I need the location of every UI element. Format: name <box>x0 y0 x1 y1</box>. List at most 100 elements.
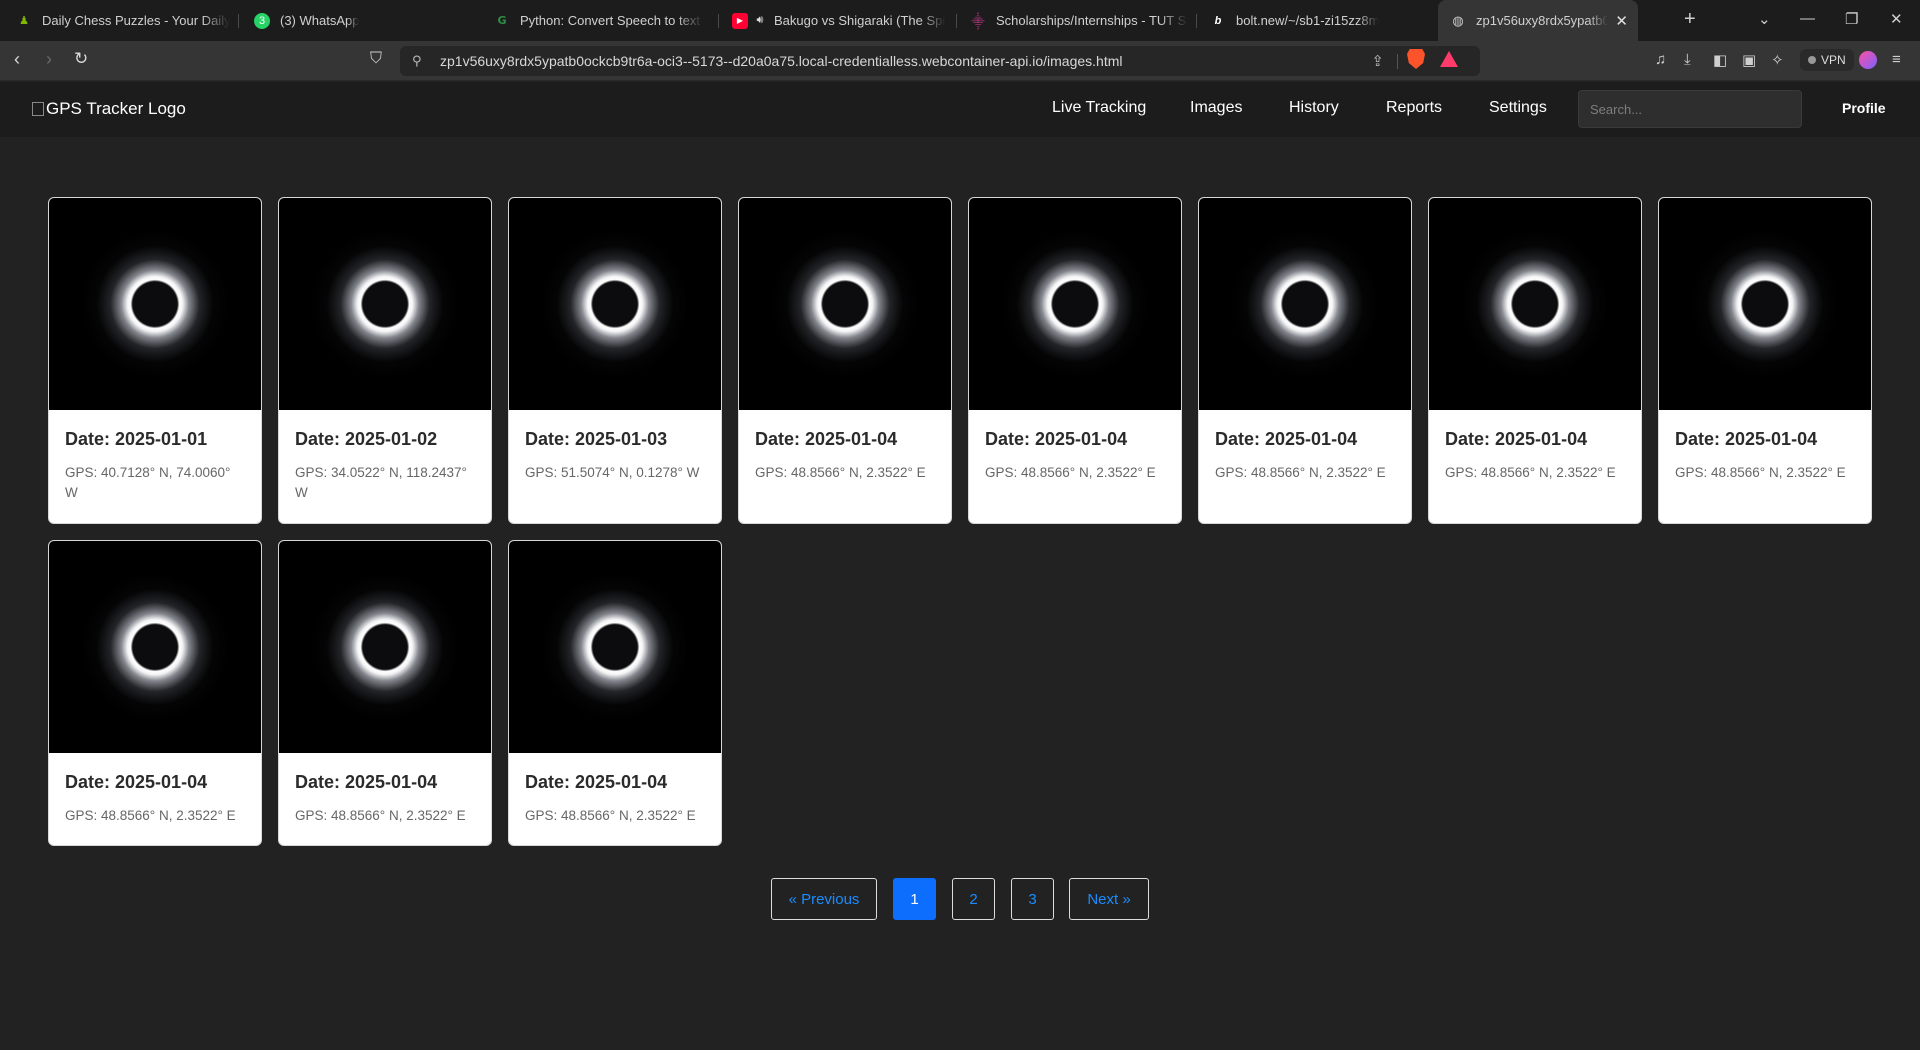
eclipse-image[interactable] <box>1199 198 1411 410</box>
eclipse-corona <box>80 572 230 722</box>
eclipse-image[interactable] <box>1659 198 1871 410</box>
browser-profile-icon[interactable] <box>1859 51 1877 69</box>
eclipse-corona <box>80 229 230 379</box>
eclipse-corona <box>310 229 460 379</box>
eclipse-corona <box>310 572 460 722</box>
download-icon[interactable]: ⤓ <box>1684 51 1691 68</box>
image-card[interactable]: Date: 2025-01-04 GPS: 48.8566° N, 2.3522… <box>48 540 262 846</box>
eclipse-image[interactable] <box>969 198 1181 410</box>
tab-list-chevron-icon[interactable]: ⌄ <box>1758 10 1771 28</box>
eclipse-image[interactable] <box>509 198 721 410</box>
app-navbar: GPS Tracker Logo Live Tracking Images Hi… <box>0 82 1920 137</box>
card-date: Date: 2025-01-04 <box>65 772 208 792</box>
card-date: Date: 2025-01-04 <box>755 429 898 449</box>
close-window-icon[interactable]: ✕ <box>1890 10 1903 28</box>
eclipse-corona <box>1000 229 1150 379</box>
speaker-icon: 🔊︎ <box>756 14 764 26</box>
bookmark-icon[interactable]: ⛉ <box>370 50 382 68</box>
gfg-icon: ꓖ <box>497 15 507 27</box>
nav-settings[interactable]: Settings <box>1489 99 1547 117</box>
address-bar[interactable]: ⚲ zp1v56uxy8rdx5ypatb0ockcb9tr6a-oci3--5… <box>400 46 1480 76</box>
browser-tab[interactable]: ⸎ Scholarships/Internships - TUT Statu <box>970 0 1188 41</box>
eclipse-image[interactable] <box>279 198 491 410</box>
nav-reports[interactable]: Reports <box>1386 99 1442 117</box>
nav-history[interactable]: History <box>1289 99 1339 117</box>
page-3-button[interactable]: 3 <box>1011 878 1054 920</box>
youtube-icon: ▶ <box>732 12 748 29</box>
tab-title: zp1v56uxy8rdx5ypatb0ockcb9t <box>1476 13 1608 28</box>
media-icon[interactable]: ♫ <box>1655 51 1666 68</box>
browser-tab[interactable]: 3 (3) WhatsApp <box>254 0 464 41</box>
card-gps: GPS: 51.5074° N, 0.1278° W <box>525 465 700 480</box>
eclipse-image[interactable] <box>509 541 721 753</box>
broken-image-icon <box>32 102 44 116</box>
search-input[interactable] <box>1578 90 1802 128</box>
image-card[interactable]: Date: 2025-01-04 GPS: 48.8566° N, 2.3522… <box>278 540 492 846</box>
vpn-button[interactable]: VPN <box>1800 49 1854 71</box>
image-card[interactable]: Date: 2025-01-04 GPS: 48.8566° N, 2.3522… <box>1658 197 1872 524</box>
back-icon[interactable]: ‹ <box>14 49 20 70</box>
bolt-icon: b <box>1214 14 1222 27</box>
profile-link[interactable]: Profile <box>1842 100 1886 116</box>
address-url[interactable]: zp1v56uxy8rdx5ypatb0ockcb9tr6a-oci3--517… <box>440 53 1123 69</box>
eclipse-corona <box>770 229 920 379</box>
card-gps: GPS: 48.8566° N, 2.3522° E <box>295 808 466 823</box>
eclipse-image[interactable] <box>279 541 491 753</box>
wallet-icon[interactable]: ▣ <box>1742 51 1756 69</box>
image-card[interactable]: Date: 2025-01-04 GPS: 48.8566° N, 2.3522… <box>508 540 722 846</box>
tab-title: (3) WhatsApp <box>280 13 360 28</box>
forward-icon[interactable]: › <box>46 49 52 70</box>
image-card[interactable]: Date: 2025-01-04 GPS: 48.8566° N, 2.3522… <box>1428 197 1642 524</box>
leo-ai-icon[interactable]: ✧ <box>1771 51 1784 69</box>
card-gps: GPS: 48.8566° N, 2.3522° E <box>755 465 926 480</box>
browser-tab[interactable]: b bolt.new/~/sb1-zi15zz8m <box>1210 0 1420 41</box>
tab-separator <box>238 14 239 28</box>
sidebar-icon[interactable]: ◧ <box>1713 51 1727 69</box>
eclipse-image[interactable] <box>739 198 951 410</box>
browser-tab[interactable]: ꓖ Python: Convert Speech to text and <box>494 0 704 41</box>
card-date: Date: 2025-01-04 <box>1445 429 1588 449</box>
globe-icon: ◍ <box>1452 12 1464 28</box>
image-card[interactable]: Date: 2025-01-04 GPS: 48.8566° N, 2.3522… <box>1198 197 1412 524</box>
eclipse-corona <box>1460 229 1610 379</box>
image-card[interactable]: Date: 2025-01-02 GPS: 34.0522° N, 118.24… <box>278 197 492 524</box>
eclipse-corona <box>1230 229 1380 379</box>
restore-icon[interactable]: ❐ <box>1845 10 1858 28</box>
tab-title: bolt.new/~/sb1-zi15zz8m <box>1236 13 1380 28</box>
page-2-button[interactable]: 2 <box>952 878 995 920</box>
card-date: Date: 2025-01-04 <box>985 429 1128 449</box>
image-card[interactable]: Date: 2025-01-04 GPS: 48.8566° N, 2.3522… <box>968 197 1182 524</box>
card-gps: GPS: 40.7128° N, 74.0060° W <box>65 465 231 500</box>
tab-title: Bakugo vs Shigaraki (The Spirit <box>774 13 946 28</box>
tab-title: Daily Chess Puzzles - Your Daily Che <box>42 13 230 28</box>
image-card[interactable]: Date: 2025-01-01 GPS: 40.7128° N, 74.006… <box>48 197 262 524</box>
new-tab-icon[interactable]: + <box>1684 8 1696 31</box>
next-page-button[interactable]: Next » <box>1069 878 1149 920</box>
previous-page-button[interactable]: « Previous <box>771 878 877 920</box>
menu-icon[interactable]: ≡ <box>1892 51 1901 68</box>
eclipse-image[interactable] <box>49 541 261 753</box>
logo-alt-text: GPS Tracker Logo <box>46 99 186 118</box>
card-date: Date: 2025-01-04 <box>1215 429 1358 449</box>
page-1-button[interactable]: 1 <box>893 878 936 920</box>
card-date: Date: 2025-01-03 <box>525 429 668 449</box>
brave-rewards-icon[interactable] <box>1440 51 1458 67</box>
eclipse-image[interactable] <box>49 198 261 410</box>
image-card[interactable]: Date: 2025-01-04 GPS: 48.8566° N, 2.3522… <box>738 197 952 524</box>
whatsapp-icon: 3 <box>254 12 270 29</box>
nav-live-tracking[interactable]: Live Tracking <box>1052 99 1146 117</box>
reload-icon[interactable]: ↻ <box>74 49 88 69</box>
nav-images[interactable]: Images <box>1190 99 1242 117</box>
browser-tab[interactable]: ♟ Daily Chess Puzzles - Your Daily Che <box>16 0 230 41</box>
eclipse-image[interactable] <box>1429 198 1641 410</box>
logo[interactable]: GPS Tracker Logo <box>32 99 186 119</box>
image-card[interactable]: Date: 2025-01-03 GPS: 51.5074° N, 0.1278… <box>508 197 722 524</box>
share-icon[interactable]: ⇪ <box>1371 52 1384 70</box>
browser-tab[interactable]: ▶ 🔊︎ Bakugo vs Shigaraki (The Spirit <box>732 0 946 41</box>
browser-tab-active[interactable]: ◍ zp1v56uxy8rdx5ypatb0ockcb9t ✕ <box>1438 0 1638 41</box>
site-info-icon[interactable]: ⚲ <box>412 53 430 69</box>
card-gps: GPS: 48.8566° N, 2.3522° E <box>65 808 236 823</box>
minimize-icon[interactable]: — <box>1800 10 1815 27</box>
eclipse-corona <box>540 572 690 722</box>
close-tab-icon[interactable]: ✕ <box>1615 12 1628 30</box>
